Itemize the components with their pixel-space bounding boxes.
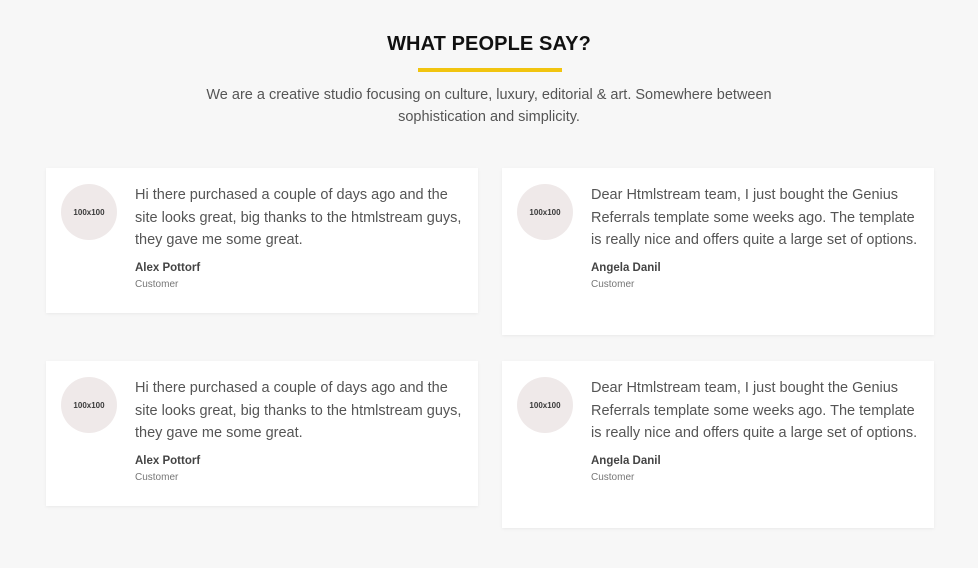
testimonial-author: Angela Danil <box>591 261 661 274</box>
testimonial-card: 100x100 Hi there purchased a couple of d… <box>46 361 478 506</box>
testimonial-body: Dear Htmlstream team, I just bought the … <box>591 377 921 486</box>
testimonial-quote: Hi there purchased a couple of days ago … <box>135 380 462 441</box>
avatar: 100x100 <box>517 184 573 240</box>
testimonial-body: Hi there purchased a couple of days ago … <box>135 184 465 293</box>
testimonials-section: WHAT PEOPLE SAY? We are a creative studi… <box>0 0 978 568</box>
testimonial-card: 100x100 Hi there purchased a couple of d… <box>46 168 478 313</box>
section-title: WHAT PEOPLE SAY? <box>387 33 591 55</box>
testimonial-author: Angela Danil <box>591 454 661 467</box>
testimonial-author: Alex Pottorf <box>135 261 201 274</box>
testimonial-role: Customer <box>591 278 635 290</box>
testimonial-role: Customer <box>591 471 635 483</box>
testimonial-card: 100x100 Dear Htmlstream team, I just bou… <box>502 168 934 335</box>
testimonial-body: Dear Htmlstream team, I just bought the … <box>591 184 921 293</box>
avatar: 100x100 <box>517 377 573 433</box>
testimonial-quote: Dear Htmlstream team, I just bought the … <box>591 187 918 248</box>
title-underline <box>418 68 562 72</box>
testimonial-quote: Hi there purchased a couple of days ago … <box>135 187 462 248</box>
testimonial-body: Hi there purchased a couple of days ago … <box>135 377 465 486</box>
testimonial-role: Customer <box>135 278 179 290</box>
testimonial-role: Customer <box>135 471 179 483</box>
avatar: 100x100 <box>61 377 117 433</box>
avatar: 100x100 <box>61 184 117 240</box>
testimonial-card: 100x100 Dear Htmlstream team, I just bou… <box>502 361 934 528</box>
testimonial-author: Alex Pottorf <box>135 454 201 467</box>
testimonial-quote: Dear Htmlstream team, I just bought the … <box>591 380 918 441</box>
section-description: We are a creative studio focusing on cul… <box>206 87 772 125</box>
